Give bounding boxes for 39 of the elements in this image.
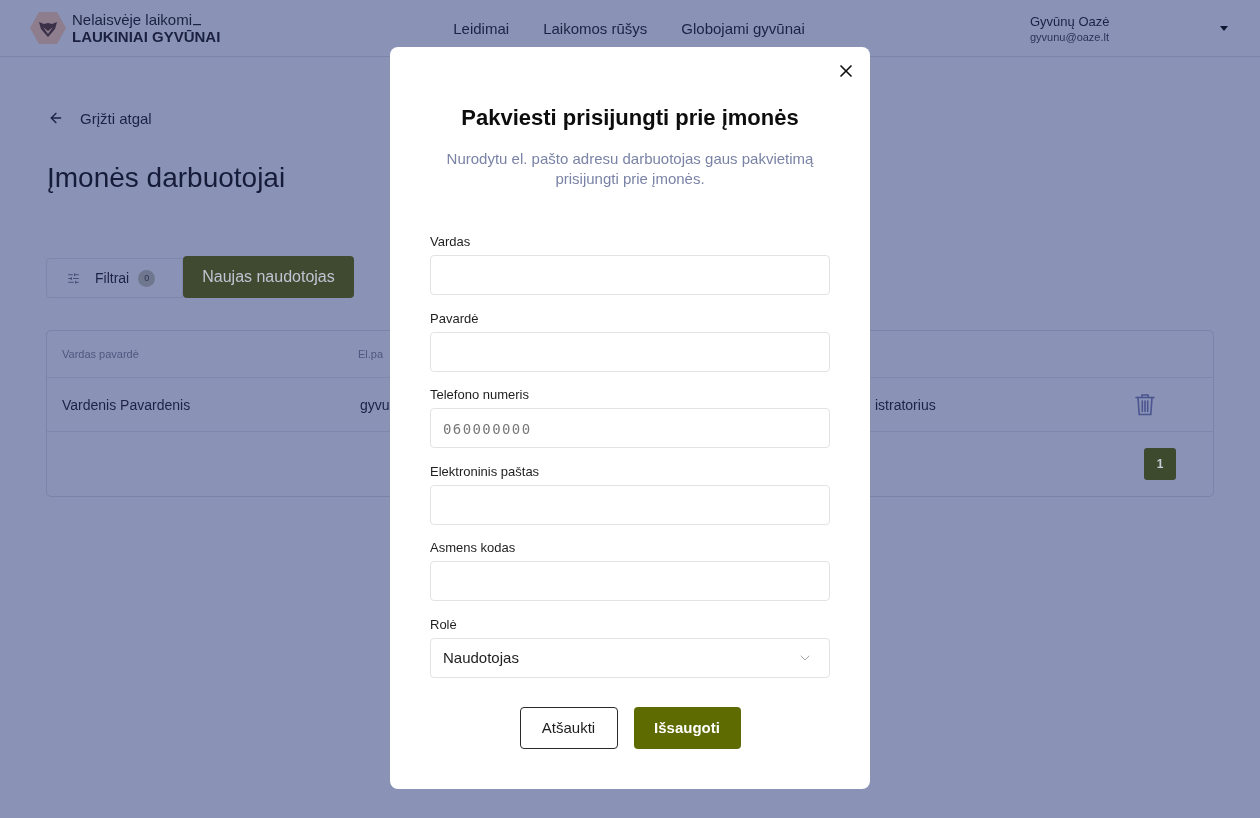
filter-button[interactable]: Filtrai 0 <box>46 258 183 298</box>
logo-title: LAUKINIAI GYVŪNAI <box>72 28 221 45</box>
page-title: Įmonės darbuotojai <box>47 161 286 195</box>
field-label: Rolė <box>430 616 457 633</box>
caret-icon[interactable] <box>1220 25 1228 31</box>
logo-tagline: Nelaisvėje laikomi <box>72 11 193 28</box>
dialog-title: Pakviesti prisijungti prie įmonės <box>461 104 799 132</box>
user-name: Gyvūnų Oazė <box>1030 13 1110 29</box>
dialog-subtitle: Nurodytu el. pašto adresu darbuotojas gaus pakvietimą prisijungti prie įmonės. <box>445 149 815 189</box>
save-button[interactable]: Išsaugoti <box>633 706 741 749</box>
field-label: Vardas <box>430 234 471 250</box>
table-cell: istratorius <box>875 396 936 413</box>
user-email: gyvunu@oaze.lt <box>1030 30 1110 43</box>
table-cell: gyvu <box>360 396 390 413</box>
back-link[interactable]: Grįžti atgal <box>80 109 152 127</box>
trash-icon[interactable] <box>1135 393 1155 416</box>
column-header: El.pa <box>358 348 384 360</box>
cancel-button[interactable]: Atšaukti <box>519 706 618 749</box>
field-label: Pavardė <box>430 310 479 327</box>
input-field[interactable] <box>430 484 830 525</box>
input-field[interactable] <box>430 561 830 602</box>
field-label: Elektroninis paštas <box>430 463 540 480</box>
nav-link[interactable]: Globojami gyvūnai <box>681 19 805 37</box>
fox-logo-icon <box>30 12 66 44</box>
field-label: Telefono numeris <box>430 387 529 404</box>
role-select[interactable]: Naudotojas <box>430 637 830 678</box>
column-header: Vardas pavardė <box>62 348 139 360</box>
new-user-button[interactable]: Naujas naudotojas <box>183 256 354 298</box>
input-field[interactable] <box>430 331 830 372</box>
count-badge: 0 <box>138 269 156 287</box>
underscore-mark-icon <box>193 24 202 26</box>
input-field[interactable] <box>430 255 830 295</box>
nav-link[interactable]: Laikomos rūšys <box>543 19 648 37</box>
page-button[interactable]: 1 <box>1144 448 1176 480</box>
table-cell: Vardenis Pavardenis <box>62 396 191 413</box>
sliders-icon <box>67 271 80 285</box>
field-label: Asmens kodas <box>430 540 516 557</box>
input-field[interactable]: 060000000 <box>430 408 830 449</box>
nav-link[interactable]: Leidimai <box>453 19 510 37</box>
